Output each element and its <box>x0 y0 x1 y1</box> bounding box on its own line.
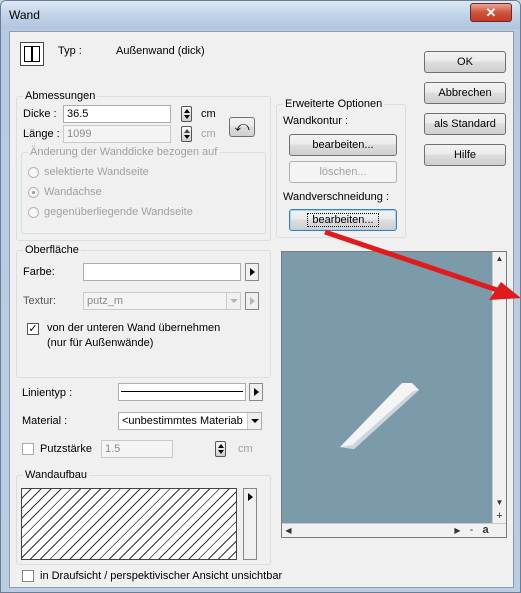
abmessungen-group: Abmessungen Dicke : 36.5 cm ⤺ Länge : 10… <box>16 90 271 241</box>
wandverschneidung-label: Wandverschneidung : <box>283 191 389 203</box>
radio-selektierte-wandseite[interactable] <box>28 167 39 178</box>
textur-label: Textur: <box>23 295 57 307</box>
material-label: Material : <box>22 415 68 427</box>
hilfe-button[interactable]: Hilfe <box>424 144 506 166</box>
laenge-unit: cm <box>201 128 216 140</box>
farbe-arrow-button[interactable] <box>245 263 259 281</box>
wandaufbau-legend: Wandaufbau <box>23 469 89 481</box>
radio-label-1: Wandachse <box>44 186 102 198</box>
title-bar[interactable]: Wand ✕ <box>1 1 520 29</box>
putzstaerke-unit: cm <box>238 443 253 455</box>
ok-button-label: OK <box>457 56 473 68</box>
material-value: <unbestimmtes Materiab <box>122 415 243 427</box>
laenge-label: Länge : <box>23 128 60 140</box>
linientyp-field[interactable] <box>118 383 246 401</box>
wandkontur-label: Wandkontur : <box>283 115 349 127</box>
textur-combo[interactable]: putz_m <box>83 292 241 310</box>
farbe-label: Farbe: <box>23 266 55 278</box>
radio-label-2: gegenüberliegende Wandseite <box>44 206 193 218</box>
close-button[interactable]: ✕ <box>470 3 512 22</box>
radio-wandachse[interactable] <box>28 187 39 198</box>
wandkontur-bearbeiten-button[interactable]: bearbeiten... <box>289 134 397 156</box>
scroll-left-button[interactable]: ◀ <box>282 524 295 537</box>
oberflaeche-group: Oberfläche Farbe: Textur: putz_m ✓ von d… <box>16 244 271 378</box>
linientyp-arrow-button[interactable] <box>249 383 263 401</box>
wandaufbau-arrow-button[interactable] <box>243 488 257 560</box>
laenge-spinner[interactable] <box>181 126 192 142</box>
dicke-label: Dicke : <box>23 108 57 120</box>
window-title: Wand <box>9 8 40 22</box>
erweiterte-optionen-legend: Erweiterte Optionen <box>283 98 385 110</box>
untere-wand-checkbox[interactable]: ✓ <box>27 323 39 335</box>
putzstaerke-input[interactable]: 1.5 <box>101 440 173 458</box>
untere-wand-label-1: von der unteren Wand übernehmen <box>47 322 221 334</box>
typ-value: Außenwand (dick) <box>116 45 205 57</box>
oberflaeche-legend: Oberfläche <box>23 244 81 256</box>
close-icon: ✕ <box>485 5 497 20</box>
farbe-field[interactable] <box>83 263 241 281</box>
wandkontur-loeschen-label: löschen... <box>319 166 367 178</box>
als-standard-button[interactable]: als Standard <box>424 113 506 135</box>
scroll-right-button[interactable]: ▶ <box>451 524 464 537</box>
dialog-window: Wand ✕ Typ : Außenwand (dick) OK Abbrech… <box>0 0 521 593</box>
undo-icon: ⤺ <box>234 118 250 134</box>
putzstaerke-checkbox[interactable] <box>22 443 34 455</box>
textur-arrow-button[interactable] <box>245 292 259 310</box>
material-dropdown-arrow[interactable] <box>247 413 261 429</box>
als-standard-button-label: als Standard <box>434 118 496 130</box>
wandkontur-bearbeiten-label: bearbeiten... <box>312 139 374 151</box>
putzstaerke-label: Putzstärke <box>40 443 92 455</box>
wanddicke-subgroup: Änderung der Wanddicke bezogen auf selek… <box>21 146 266 234</box>
dicke-input[interactable]: 36.5 <box>63 105 171 123</box>
view-a-button[interactable]: a <box>479 524 492 537</box>
untere-wand-label-2: (nur für Außenwände) <box>47 337 154 349</box>
zoom-minus-button[interactable]: - <box>465 524 478 537</box>
wandaufbau-preview[interactable] <box>21 488 237 560</box>
dicke-unit: cm <box>201 108 216 120</box>
annotation-arrow <box>324 229 520 300</box>
ok-button[interactable]: OK <box>424 51 506 73</box>
unsichtbar-checkbox[interactable] <box>22 570 34 582</box>
textur-dropdown-arrow[interactable] <box>226 293 240 309</box>
abmessungen-legend: Abmessungen <box>23 90 98 102</box>
laenge-input[interactable]: 1099 <box>63 125 171 143</box>
wandaufbau-group: Wandaufbau <box>16 469 271 565</box>
hilfe-button-label: Hilfe <box>453 149 476 161</box>
abbrechen-button[interactable]: Abbrechen <box>424 82 506 104</box>
material-combo[interactable]: <unbestimmtes Materiab <box>118 412 262 430</box>
undo-button[interactable]: ⤺ <box>229 117 255 137</box>
radio-gegenueberliegende-wandseite[interactable] <box>28 207 39 218</box>
zoom-plus-button[interactable]: + <box>493 510 506 523</box>
wandkontur-loeschen-button[interactable]: löschen... <box>289 161 397 183</box>
preview-horizontal-scrollbar[interactable]: ◀ ▶ - a <box>282 523 506 537</box>
dicke-spinner[interactable] <box>181 106 192 122</box>
abbrechen-button-label: Abbrechen <box>438 87 492 99</box>
radio-label-0: selektierte Wandseite <box>44 166 149 178</box>
scroll-down-button[interactable]: ▼ <box>493 496 506 509</box>
linientyp-label: Linientyp : <box>22 387 73 399</box>
unsichtbar-label: in Draufsicht / perspektivischer Ansicht… <box>40 570 283 582</box>
erweiterte-optionen-group: Erweiterte Optionen Wandkontur : bearbei… <box>276 98 406 238</box>
annotation-arrow-shaft <box>324 229 504 295</box>
typ-label: Typ : <box>58 45 82 57</box>
wanddicke-legend: Änderung der Wanddicke bezogen auf <box>28 146 220 158</box>
wall-type-icon <box>20 42 44 66</box>
wandverschneidung-bearbeiten-label: bearbeiten... <box>307 213 379 227</box>
putzstaerke-spinner[interactable] <box>215 441 226 457</box>
wall-shape <box>340 383 419 449</box>
textur-value: putz_m <box>87 295 124 307</box>
